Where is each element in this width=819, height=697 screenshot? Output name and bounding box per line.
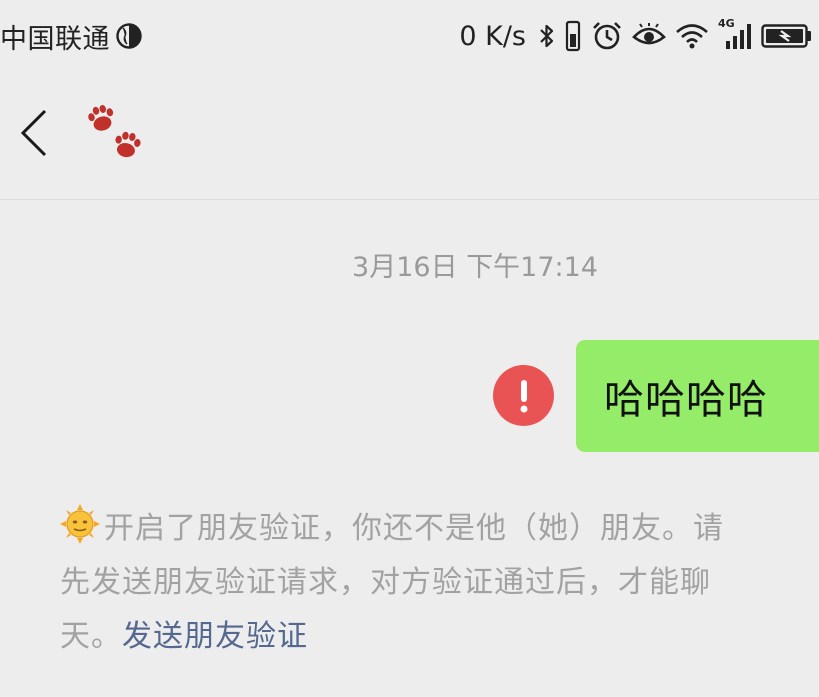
send-failed-button[interactable] — [493, 365, 554, 426]
status-left: 中国联通 — [0, 17, 142, 56]
back-button[interactable] — [4, 98, 64, 168]
wifi-icon — [675, 22, 709, 50]
signal-icon: 4G — [718, 17, 752, 51]
sun-face-icon — [60, 504, 100, 544]
chat-area: 3月16日 下午17:14 哈哈哈哈 开启了朋友验证，你还不是他（她）朋友。请 … — [0, 201, 819, 697]
system-message: 开启了朋友验证，你还不是他（她）朋友。请 先发送朋友验证请求，对方验证通过后，才… — [60, 502, 819, 664]
status-right: 0 K/s 4G — [459, 17, 813, 52]
network-type-label: 4G — [718, 17, 735, 30]
system-message-line-1: 开启了朋友验证，你还不是他（她）朋友。请 — [60, 502, 819, 556]
chat-header — [0, 72, 819, 200]
net-speed: 0 K/s — [459, 20, 526, 52]
system-message-line-2: 先发送朋友验证请求，对方验证通过后，才能聊 — [60, 565, 711, 600]
paw-prints-icon — [88, 105, 141, 158]
vibrate-icon — [564, 20, 582, 52]
send-friend-verification-link[interactable]: 发送朋友验证 — [122, 619, 308, 654]
chevron-left-icon — [20, 109, 47, 157]
globe-icon — [116, 23, 142, 49]
chat-title — [82, 102, 152, 181]
carrier-name: 中国联通 — [0, 23, 110, 55]
system-message-line-3: 天。发送朋友验证 — [60, 610, 819, 664]
alarm-icon — [591, 20, 623, 52]
system-text-line-1: 开启了朋友验证，你还不是他（她）朋友。请 — [104, 511, 724, 546]
status-bar: 中国联通 0 K/s 4G — [0, 0, 819, 72]
message-timestamp: 3月16日 下午17:14 — [352, 252, 598, 283]
bluetooth-icon — [539, 22, 555, 50]
system-text-line-3: 天。 — [60, 619, 122, 654]
message-text: 哈哈哈哈 — [604, 377, 768, 423]
eye-icon — [632, 23, 666, 49]
error-exclamation-icon — [520, 379, 527, 412]
outgoing-message-bubble[interactable]: 哈哈哈哈 — [576, 340, 819, 452]
battery-icon — [761, 23, 813, 49]
